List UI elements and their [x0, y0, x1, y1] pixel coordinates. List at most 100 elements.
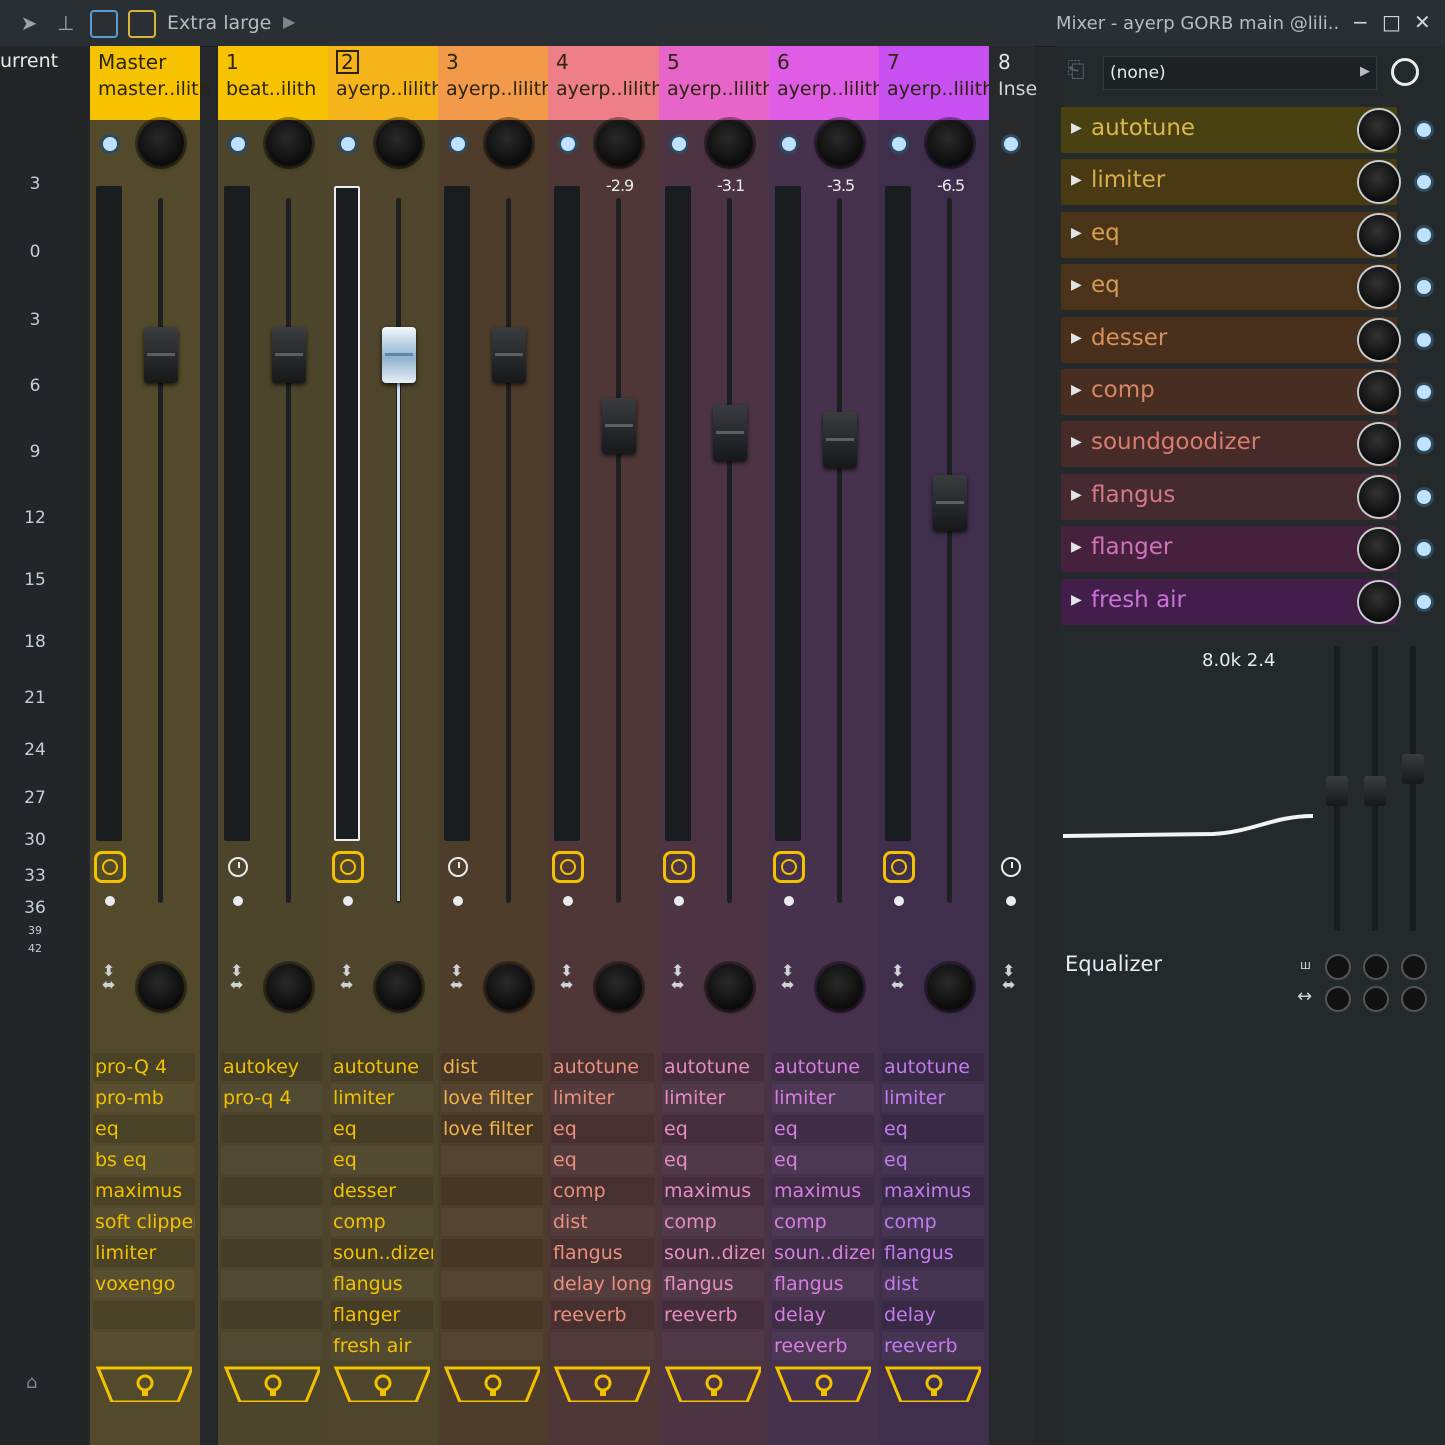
route-icon[interactable] — [224, 1366, 320, 1402]
mixer-strip-7[interactable]: 7 ayerp..lilith -6.5 ⬍ ⬌ autotune limiter eq eq m… — [879, 46, 994, 1445]
insert-8-strip[interactable]: 8 Inse ⬍ ⬌ — [990, 46, 1037, 1445]
effect-slot[interactable]: comp — [662, 1208, 764, 1236]
effect-slot[interactable]: flangus — [772, 1270, 874, 1298]
eq-freq-knob-2[interactable] — [1365, 956, 1387, 978]
effect-slot[interactable] — [221, 1208, 323, 1236]
effect-slot[interactable]: eq — [772, 1115, 874, 1143]
fader-track[interactable] — [616, 198, 621, 903]
stereo-separation-knob[interactable] — [596, 964, 642, 1010]
volume-fader[interactable] — [492, 327, 526, 383]
effect-slot[interactable] — [441, 1332, 543, 1360]
expand-triangle-icon[interactable]: ▶ — [1071, 592, 1082, 608]
strip-enable-led[interactable] — [672, 137, 686, 151]
pin-icon[interactable]: ⊥ — [53, 10, 79, 36]
swap-arrows-icon[interactable]: ⬍ ⬌ — [450, 963, 463, 993]
expand-triangle-icon[interactable]: ▶ — [1071, 382, 1082, 398]
mixer-strip-0[interactable]: Master master..ilith ⬍ ⬌ pro-Q 4 pro-mb eq bs e… — [90, 46, 211, 1445]
effect-slot[interactable]: limiter — [331, 1084, 433, 1112]
effect-slot[interactable]: comp — [882, 1208, 984, 1236]
stereo-separation-knob[interactable] — [927, 964, 973, 1010]
fader-track[interactable] — [286, 198, 291, 903]
minimize-button[interactable]: − — [1352, 10, 1369, 34]
swap-arrows-icon[interactable]: ⬍ ⬌ — [671, 963, 684, 993]
effect-slot[interactable]: autotune — [772, 1053, 874, 1081]
effect-slot[interactable]: maximus — [882, 1177, 984, 1205]
effect-slot[interactable]: eq — [331, 1146, 433, 1174]
fader-track[interactable] — [727, 198, 732, 903]
route-icon[interactable] — [665, 1366, 761, 1402]
effect-slot[interactable] — [93, 1332, 195, 1360]
effect-slot[interactable]: reeverb — [662, 1301, 764, 1329]
clock-icon[interactable] — [228, 857, 248, 877]
effect-slot[interactable]: maximus — [662, 1177, 764, 1205]
stereo-separation-knob[interactable] — [138, 964, 184, 1010]
effect-slot[interactable]: eq — [772, 1146, 874, 1174]
mixer-strip-5[interactable]: 5 ayerp..lilith -3.1 ⬍ ⬌ autotune limiter eq eq m… — [659, 46, 774, 1445]
chevron-right-icon[interactable]: ▶ — [283, 12, 295, 31]
swap-arrows-icon[interactable]: ⬍ ⬌ — [781, 963, 794, 993]
route-icon[interactable] — [334, 1366, 430, 1402]
effect-slot[interactable]: soun..dizer — [662, 1239, 764, 1267]
effect-slot[interactable]: autotune — [551, 1053, 654, 1081]
effect-slot[interactable] — [221, 1115, 323, 1143]
expand-triangle-icon[interactable]: ▶ — [1071, 539, 1082, 555]
strip-dot[interactable] — [453, 896, 463, 906]
route-icon[interactable] — [96, 1366, 192, 1402]
volume-fader[interactable] — [382, 327, 416, 383]
fx-enable-led[interactable] — [1417, 385, 1431, 399]
pan-knob[interactable] — [266, 120, 312, 166]
insert-8-enable-led[interactable] — [1004, 137, 1018, 151]
insert-8-dot[interactable] — [1006, 896, 1016, 906]
effect-slot[interactable]: eq — [93, 1115, 195, 1143]
volume-fader[interactable] — [602, 398, 636, 454]
clock-icon[interactable] — [773, 851, 805, 883]
effect-slot[interactable]: love filter — [441, 1115, 543, 1143]
effect-slot[interactable]: limiter — [662, 1084, 764, 1112]
strip-enable-led[interactable] — [451, 137, 465, 151]
close-button[interactable]: ✕ — [1414, 10, 1431, 34]
fx-enable-led[interactable] — [1417, 123, 1431, 137]
effect-slot[interactable]: bs eq — [93, 1146, 195, 1174]
swap-arrows-icon[interactable]: ⬍ ⬌ — [891, 963, 904, 993]
route-icon[interactable] — [444, 1366, 540, 1402]
strip-dot[interactable] — [563, 896, 573, 906]
effect-slot[interactable] — [221, 1270, 323, 1298]
effect-slot[interactable]: flanger — [331, 1301, 433, 1329]
strip-header[interactable]: 3 ayerp..lilith — [438, 46, 553, 120]
fx-mix-knob[interactable] — [1359, 319, 1399, 360]
eq-band-thumb-3[interactable] — [1402, 754, 1424, 784]
eq-bw-knob-1[interactable] — [1327, 988, 1349, 1010]
route-icon[interactable] — [775, 1366, 871, 1402]
strip-header[interactable]: 6 ayerp..lilith — [769, 46, 884, 120]
maximize-button[interactable]: □ — [1382, 10, 1401, 34]
fx-enable-led[interactable] — [1417, 280, 1431, 295]
stereo-separation-knob[interactable] — [376, 964, 422, 1010]
swap-arrows-icon[interactable]: ⬍ ⬌ — [230, 963, 243, 993]
pan-knob[interactable] — [486, 120, 532, 166]
expand-triangle-icon[interactable]: ▶ — [1071, 434, 1082, 450]
expand-triangle-icon[interactable]: ▶ — [1071, 487, 1082, 503]
swap-arrows-icon[interactable]: ⬍ ⬌ — [560, 963, 573, 993]
strip-enable-led[interactable] — [561, 137, 575, 151]
effect-slot[interactable]: love filter — [441, 1084, 543, 1112]
effect-slot[interactable] — [441, 1239, 543, 1267]
swap-arrows-icon[interactable]: ⬍ ⬌ — [102, 963, 115, 993]
eq-plugin-icon[interactable]: ⎗ — [1067, 58, 1085, 83]
effect-slot[interactable]: comp — [772, 1208, 874, 1236]
effect-slot[interactable]: flangus — [551, 1239, 654, 1267]
effect-slot[interactable]: pro-q 4 — [221, 1084, 323, 1112]
strip-enable-led[interactable] — [892, 137, 906, 151]
route-icon[interactable] — [885, 1366, 981, 1402]
insert-8-arrows-icon[interactable]: ⬍ ⬌ — [1002, 963, 1015, 993]
effect-slot[interactable]: reeverb — [772, 1332, 874, 1360]
clock-icon[interactable] — [883, 851, 915, 883]
effect-slot[interactable] — [441, 1146, 543, 1174]
effect-slot[interactable]: desser — [331, 1177, 433, 1205]
fx-slot-row[interactable]: ▶ soundgoodizer — [1061, 421, 1431, 468]
fx-enable-led[interactable] — [1417, 332, 1431, 347]
effect-slot[interactable]: eq — [882, 1115, 984, 1143]
effect-slot[interactable]: flangus — [882, 1239, 984, 1267]
strip-dot[interactable] — [343, 896, 353, 906]
effect-slot[interactable] — [221, 1239, 323, 1267]
strip-header[interactable]: Master master..ilith — [90, 46, 211, 120]
